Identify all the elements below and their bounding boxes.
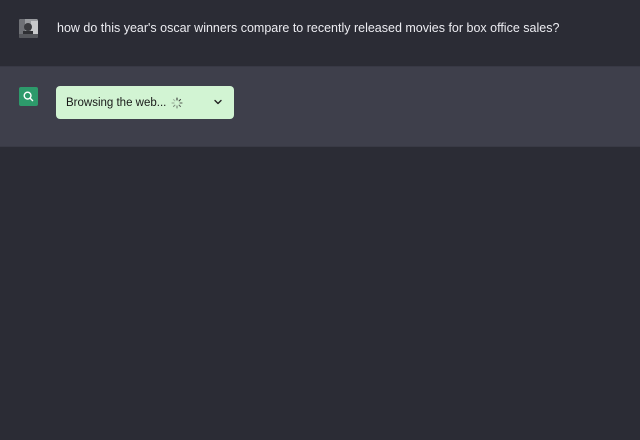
browsing-status-label: Browsing the web... [66, 96, 167, 109]
user-message-row: how do this year's oscar winners compare… [0, 0, 640, 66]
browsing-status-toggle[interactable]: Browsing the web... [56, 86, 234, 119]
user-message-text: how do this year's oscar winners compare… [57, 21, 560, 35]
search-icon [19, 87, 38, 106]
user-avatar [19, 19, 38, 38]
assistant-message-row: Browsing the web... [0, 66, 640, 147]
chevron-down-icon[interactable] [212, 96, 224, 108]
user-avatar-photo-icon [19, 19, 38, 38]
conversation-empty-area [0, 147, 640, 440]
loading-spinner-icon [171, 96, 183, 109]
